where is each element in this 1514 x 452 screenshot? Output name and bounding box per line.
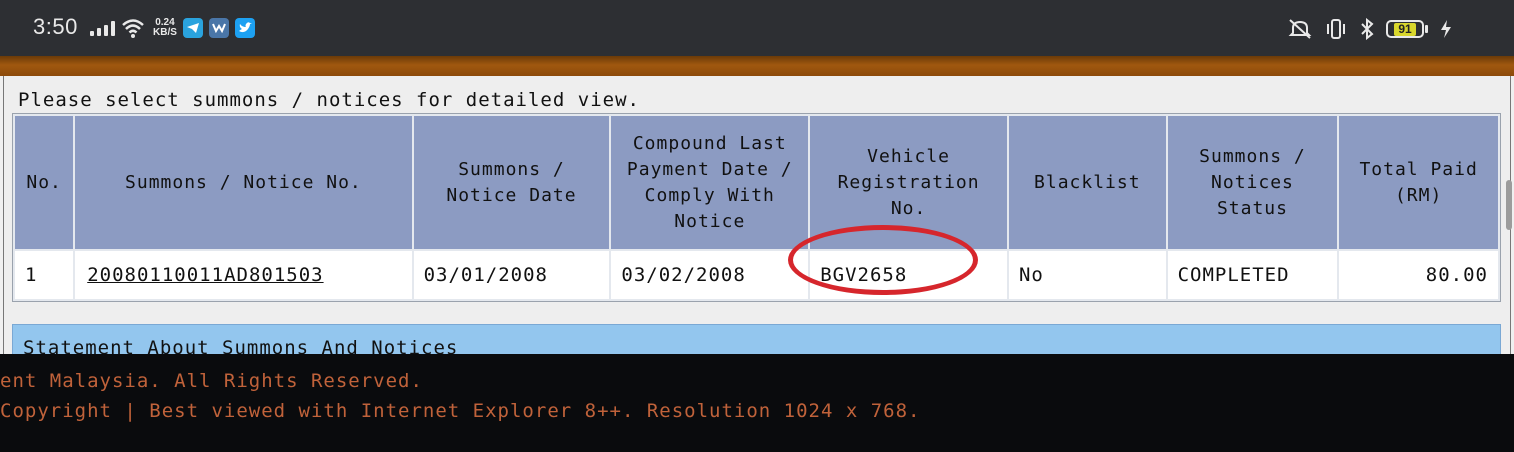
cell-notice-no: 20080110011AD801503	[75, 251, 412, 299]
status-icons-right: 91	[1288, 16, 1452, 42]
header-total-paid: Total Paid (RM)	[1339, 116, 1498, 249]
vehicle-reg-value: BGV2658	[820, 264, 908, 286]
charging-icon	[1441, 20, 1451, 38]
notice-detail-link[interactable]: 20080110011AD801503	[87, 264, 323, 286]
table-row: 1 20080110011AD801503 03/01/2008 03/02/2…	[15, 225, 1498, 299]
header-status: Summons / Notices Status	[1167, 116, 1338, 249]
clock: 3:50	[33, 14, 78, 39]
cell-total-paid: 80.00	[1339, 251, 1498, 299]
header-blacklist: Blacklist	[1008, 116, 1166, 249]
net-speed-unit: KB/S	[153, 27, 177, 38]
cell-vehicle-reg: BGV2658	[788, 225, 1007, 299]
table-header-row: No. Summons / Notice No. Summons / Notic…	[15, 116, 1498, 249]
vibrate-icon	[1327, 19, 1345, 39]
footer-copyright: Copyright | Best viewed with Internet Ex…	[0, 400, 921, 422]
cell-no: 1	[15, 251, 74, 299]
vk-icon	[208, 18, 229, 38]
header-notice-date: Summons / Notice Date	[413, 116, 610, 249]
battery-level: 91	[1394, 22, 1416, 36]
scrollbar[interactable]	[1506, 180, 1512, 230]
signal-icon	[90, 20, 115, 36]
header-vehicle-reg: Vehicle Registration No.	[810, 116, 1007, 249]
instruction-text: Please select summons / notices for deta…	[18, 89, 640, 111]
battery-icon: 91	[1386, 20, 1428, 38]
status-icons-left: 0.24 KB/S	[86, 14, 255, 42]
cell-last-payment-date: 03/02/2008	[611, 251, 809, 299]
header-last-payment-date: Compound Last Payment Date / Comply With…	[611, 116, 809, 249]
telegram-icon	[182, 18, 203, 38]
mute-icon	[1288, 19, 1312, 39]
header-no: No.	[15, 116, 74, 249]
twitter-icon	[234, 18, 255, 38]
status-bar: 3:50 0.24 KB/S 91	[0, 0, 1514, 56]
footer: ent Malaysia. All Rights Reserved. Copyr…	[0, 354, 1514, 452]
wifi-icon	[122, 19, 144, 38]
summons-table: No. Summons / Notice No. Summons / Notic…	[12, 113, 1501, 302]
site-banner	[0, 56, 1514, 76]
bluetooth-icon	[1361, 18, 1374, 40]
cell-notice-date: 03/01/2008	[413, 251, 610, 299]
header-notice-no: Summons / Notice No.	[75, 116, 412, 249]
footer-rights: ent Malaysia. All Rights Reserved.	[0, 370, 423, 392]
cell-status: COMPLETED	[1167, 251, 1338, 299]
net-speed: 0.24 KB/S	[153, 18, 177, 38]
cell-blacklist: No	[1008, 251, 1166, 299]
page-content: Please select summons / notices for deta…	[0, 76, 1514, 364]
